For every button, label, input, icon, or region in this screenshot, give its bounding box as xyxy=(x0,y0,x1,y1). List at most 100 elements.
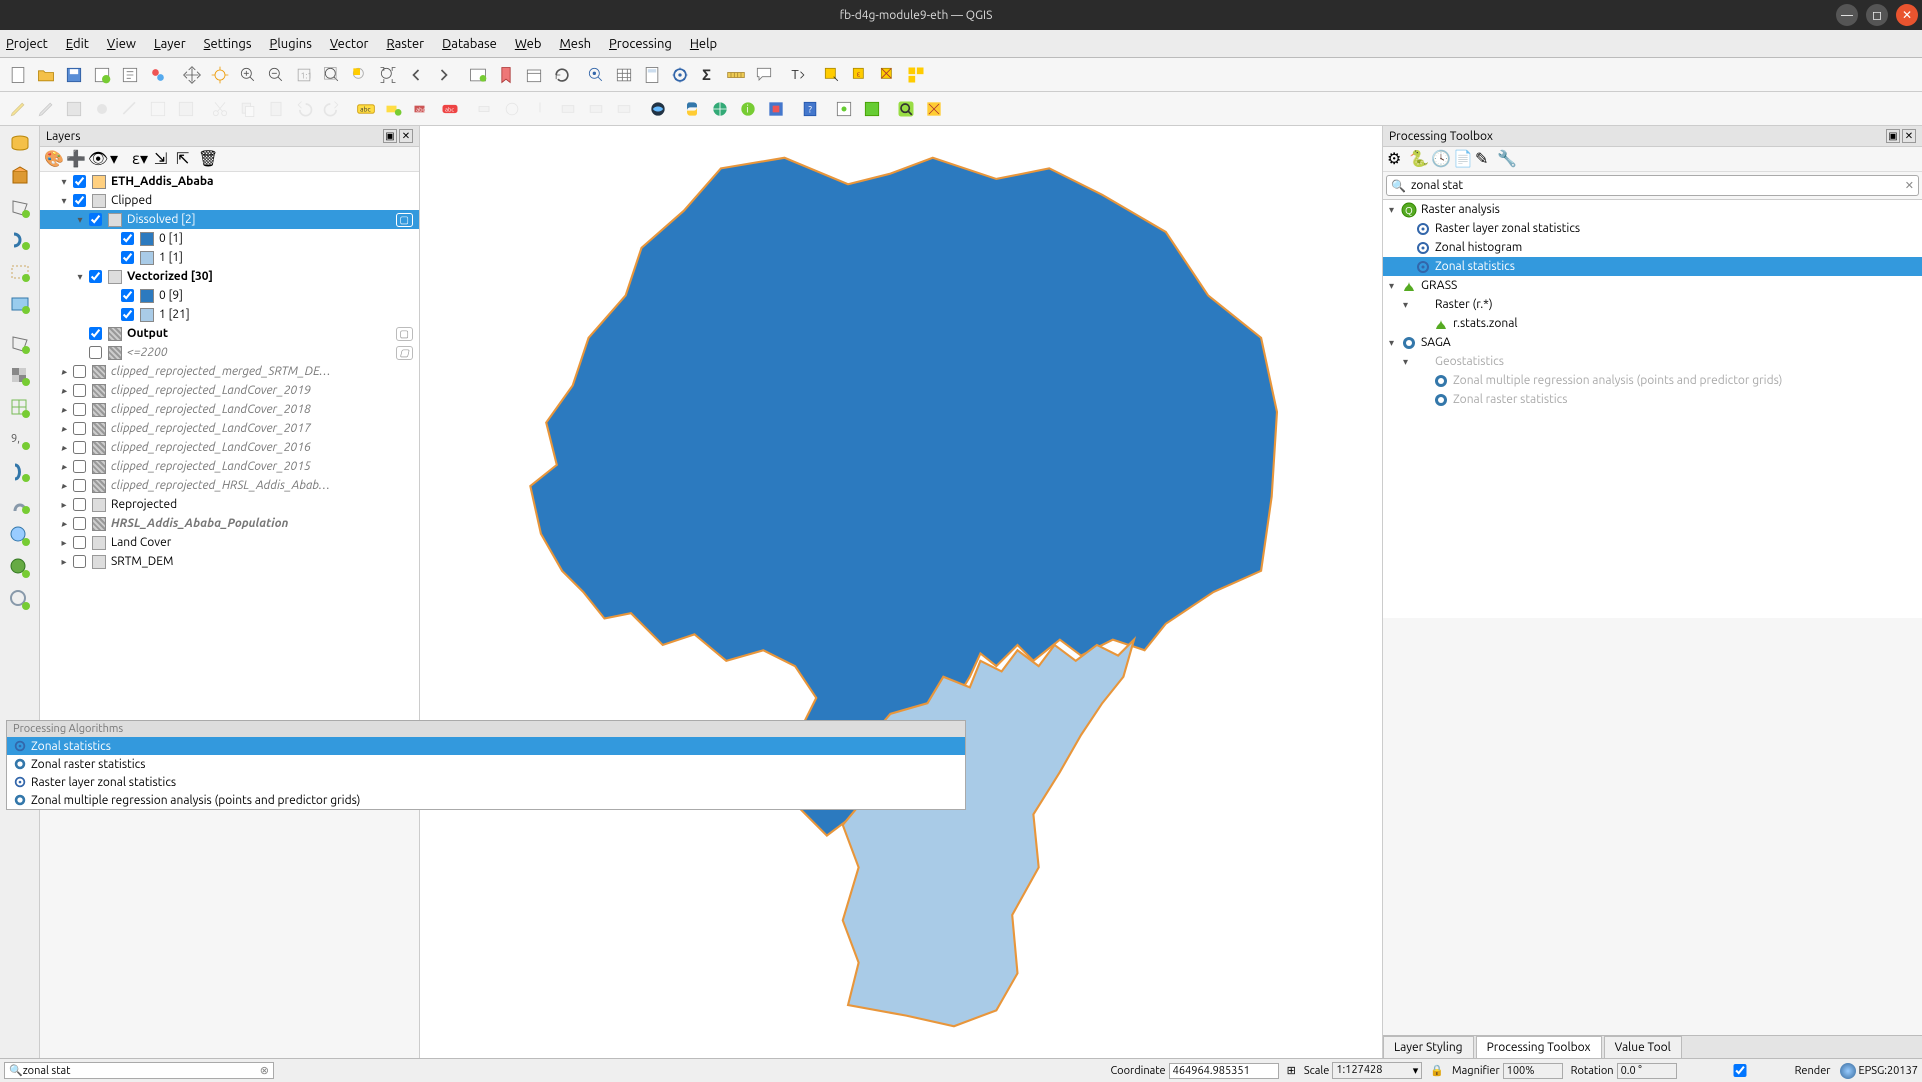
plugin-browser-icon[interactable] xyxy=(707,96,733,122)
change-label-icon[interactable] xyxy=(611,96,637,122)
layer-visibility-checkbox[interactable] xyxy=(121,232,134,245)
show-label-icon[interactable] xyxy=(555,96,581,122)
move-label-icon[interactable] xyxy=(471,96,497,122)
layer-row[interactable]: ▸HRSL_Addis_Ababa_Population xyxy=(40,514,419,533)
plugin-logo-icon[interactable] xyxy=(763,96,789,122)
options-icon[interactable]: 🔧 xyxy=(1497,149,1517,169)
menu-edit[interactable]: Edit xyxy=(66,37,89,51)
add-vector-icon[interactable] xyxy=(6,330,34,358)
layer-row[interactable]: ▸clipped_reprojected_HRSL_Addis_Abab… xyxy=(40,476,419,495)
undo-icon[interactable] xyxy=(291,96,317,122)
layer-visibility-icon[interactable]: 👁 xyxy=(88,149,108,169)
refresh-icon[interactable] xyxy=(549,62,575,88)
layer-visibility-checkbox[interactable] xyxy=(73,194,86,207)
render-checkbox[interactable] xyxy=(1685,1064,1795,1077)
algorithm-tree[interactable]: ▾QRaster analysisRaster layer zonal stat… xyxy=(1383,200,1922,618)
layer-visibility-checkbox[interactable] xyxy=(89,270,102,283)
layer-row[interactable]: <=2200▢ xyxy=(40,343,419,362)
layer-row[interactable]: 1 [1] xyxy=(40,248,419,267)
open-data-source-icon[interactable] xyxy=(6,130,34,158)
cut-icon[interactable] xyxy=(207,96,233,122)
locator-result-item[interactable]: Zonal multiple regression analysis (poin… xyxy=(7,791,965,809)
model-designer-icon[interactable]: ⚙ xyxy=(1387,149,1407,169)
layer-visibility-checkbox[interactable] xyxy=(121,308,134,321)
abc-red-icon[interactable]: abc xyxy=(437,96,463,122)
algorithm-row[interactable]: ▾GRASS xyxy=(1383,276,1922,295)
hide-label-icon[interactable] xyxy=(583,96,609,122)
algorithm-row[interactable]: ▾Raster (r.*) xyxy=(1383,295,1922,314)
algorithm-row[interactable]: ▾Geostatistics xyxy=(1383,352,1922,371)
algorithm-row[interactable]: Raster layer zonal statistics xyxy=(1383,219,1922,238)
algorithm-row[interactable]: ▾SAGA xyxy=(1383,333,1922,352)
layer-row[interactable]: ▸clipped_reprojected_LandCover_2018 xyxy=(40,400,419,419)
layer-filter-icon[interactable]: ▾ xyxy=(110,149,130,169)
menu-database[interactable]: Database xyxy=(442,37,497,51)
menu-layer[interactable]: Layer xyxy=(154,37,186,51)
menu-processing[interactable]: Processing xyxy=(609,37,672,51)
search-plugin-icon[interactable] xyxy=(893,96,919,122)
add-raster-icon[interactable] xyxy=(6,362,34,390)
menu-view[interactable]: View xyxy=(107,37,136,51)
zoom-next-icon[interactable] xyxy=(431,62,457,88)
new-project-icon[interactable] xyxy=(5,62,31,88)
toggle-editing-icon[interactable] xyxy=(33,96,59,122)
diagram-icon[interactable]: abc xyxy=(409,96,435,122)
layer-visibility-checkbox[interactable] xyxy=(73,175,86,188)
georeferencer-icon[interactable] xyxy=(831,96,857,122)
layers-panel-close-button[interactable]: ✕ xyxy=(399,129,413,143)
layer-row[interactable]: ▾Dissolved [2]▢ xyxy=(40,210,419,229)
layer-row[interactable]: 0 [9] xyxy=(40,286,419,305)
pin-label-icon[interactable] xyxy=(527,96,553,122)
layer-row[interactable]: ▾ETH_Addis_Ababa xyxy=(40,172,419,191)
processing-search-input[interactable] xyxy=(1386,175,1919,196)
layer-row[interactable]: ▸clipped_reprojected_LandCover_2016 xyxy=(40,438,419,457)
add-mesh-icon[interactable] xyxy=(6,394,34,422)
layer-style-icon[interactable]: 🎨 xyxy=(44,149,64,169)
window-maximize-button[interactable]: ◻ xyxy=(1866,4,1888,26)
field-calc-icon[interactable] xyxy=(639,62,665,88)
save-project-icon[interactable] xyxy=(61,62,87,88)
label-options-icon[interactable] xyxy=(381,96,407,122)
layer-visibility-checkbox[interactable] xyxy=(73,498,86,511)
tab-layer-styling[interactable]: Layer Styling xyxy=(1383,1036,1474,1058)
zoom-to-layer-icon[interactable] xyxy=(375,62,401,88)
lock-scale-icon[interactable]: 🔒 xyxy=(1430,1064,1444,1077)
style-manager-icon[interactable] xyxy=(145,62,171,88)
help-icon[interactable]: ? xyxy=(797,96,823,122)
add-wcs-icon[interactable] xyxy=(6,586,34,614)
layer-row[interactable]: ▸clipped_reprojected_LandCover_2019 xyxy=(40,381,419,400)
paste-icon[interactable] xyxy=(263,96,289,122)
select-features-icon[interactable] xyxy=(819,62,845,88)
locator-results-popup[interactable]: Processing AlgorithmsZonal statisticsZon… xyxy=(6,720,966,810)
layer-visibility-checkbox[interactable] xyxy=(73,479,86,492)
label-abc-icon[interactable]: abc xyxy=(353,96,379,122)
map-canvas[interactable] xyxy=(420,126,1382,1058)
add-feature-icon[interactable] xyxy=(89,96,115,122)
layer-visibility-checkbox[interactable] xyxy=(89,327,102,340)
layer-add-group-icon[interactable]: ➕ xyxy=(66,149,86,169)
menu-vector[interactable]: Vector xyxy=(330,37,369,51)
zoom-in-icon[interactable] xyxy=(235,62,261,88)
algorithm-row[interactable]: Zonal raster statistics xyxy=(1383,390,1922,409)
layer-row[interactable]: 1 [21] xyxy=(40,305,419,324)
new-temp-layer-icon[interactable] xyxy=(6,258,34,286)
layer-collapse-icon[interactable]: ⇱ xyxy=(176,149,196,169)
locator-clear-icon[interactable]: ⊗ xyxy=(260,1064,269,1077)
layer-row[interactable]: ▸SRTM_DEM xyxy=(40,552,419,571)
layer-row[interactable]: ▾Clipped xyxy=(40,191,419,210)
new-print-layout-icon[interactable] xyxy=(89,62,115,88)
edit-pencil-icon[interactable] xyxy=(5,96,31,122)
new-shapefile-icon[interactable] xyxy=(6,194,34,222)
add-delimited-icon[interactable]: 9, xyxy=(6,426,34,454)
scale-selector[interactable]: 1:127428▾ xyxy=(1332,1062,1422,1079)
menu-plugins[interactable]: Plugins xyxy=(270,37,312,51)
layout-manager-icon[interactable] xyxy=(117,62,143,88)
clear-search-icon[interactable]: ✕ xyxy=(1905,179,1914,192)
layer-visibility-checkbox[interactable] xyxy=(89,346,102,359)
zoom-to-selection-icon[interactable] xyxy=(347,62,373,88)
processing-panel-close-button[interactable]: ✕ xyxy=(1902,129,1916,143)
open-project-icon[interactable] xyxy=(33,62,59,88)
open-table-icon[interactable] xyxy=(611,62,637,88)
locator-input[interactable] xyxy=(23,1065,260,1077)
zoom-full-icon[interactable] xyxy=(319,62,345,88)
